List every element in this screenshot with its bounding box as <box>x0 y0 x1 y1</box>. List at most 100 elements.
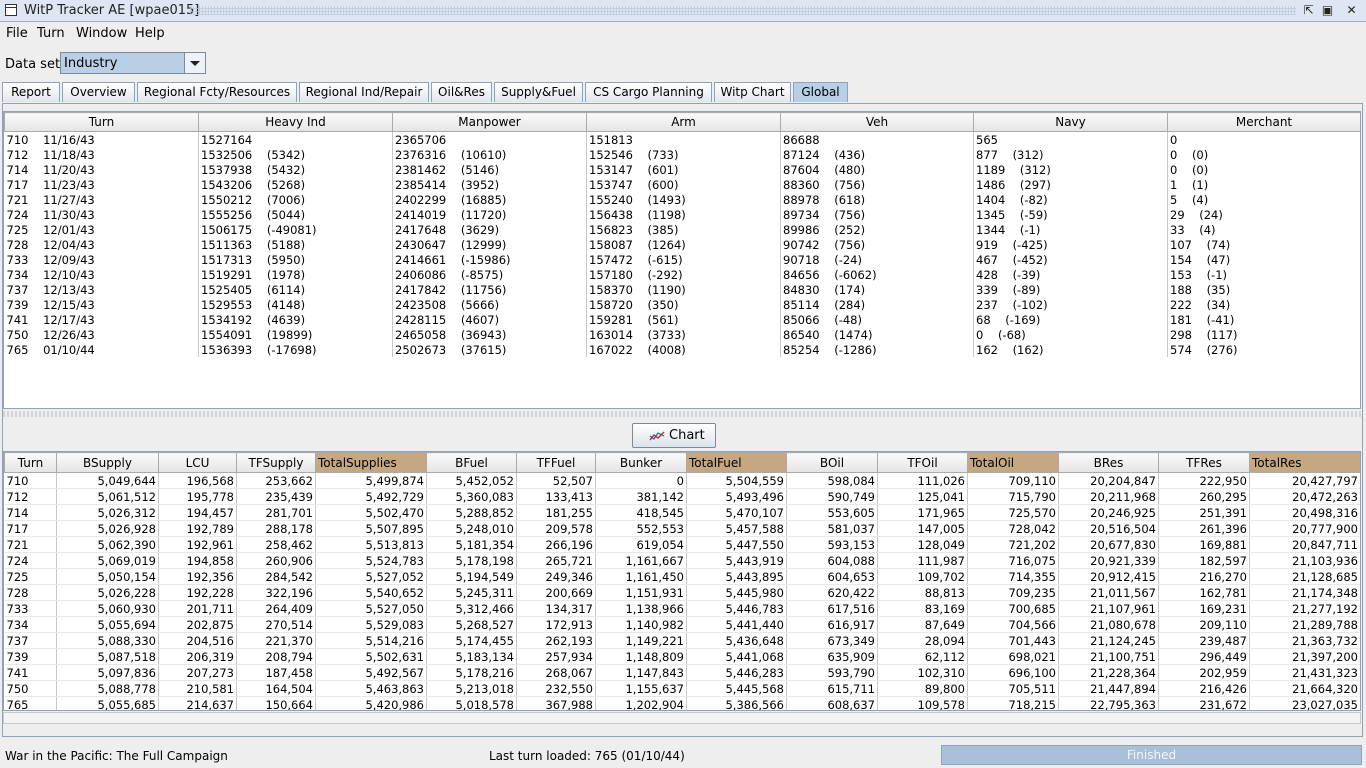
restore-icon[interactable]: ⇱ <box>1302 4 1315 17</box>
column-header[interactable]: TFRes <box>1158 452 1250 473</box>
table-cell: 167022 (4008) <box>586 342 781 357</box>
column-header[interactable]: TFOil <box>877 452 968 473</box>
table-row[interactable]: 725 5,050,154 192,356 284,542 5,527,052 5,194… <box>4 568 1360 585</box>
table-row[interactable]: 765 5,055,685 214,637 150,664 5,420,986 5,018… <box>4 696 1360 710</box>
table-cell: 89,800 <box>877 680 968 697</box>
column-header[interactable]: BRes <box>1058 452 1159 473</box>
column-header[interactable]: BOil <box>786 452 878 473</box>
table-row[interactable]: 724 11/30/43 1555256 (5044) 2414019 (11720… <box>4 207 1360 222</box>
menu-turn[interactable]: Turn <box>37 26 65 41</box>
tab-global[interactable]: Global <box>793 82 848 102</box>
table-row[interactable]: 712 11/18/43 1532506 (5342) 2376316 (10610… <box>4 147 1360 162</box>
table-cell: 0 <box>595 472 687 489</box>
table-cell: 2365706 <box>392 131 587 147</box>
table-cell: 715,790 <box>967 488 1059 505</box>
horizontal-scrollbar[interactable] <box>3 712 1361 724</box>
table-cell: 5,069,019 <box>56 552 159 569</box>
table-cell: 5,436,648 <box>686 632 787 649</box>
table-row[interactable]: 741 12/17/43 1534192 (4639) 2428115 (4607)… <box>4 312 1360 327</box>
column-header[interactable]: Turn <box>4 112 199 132</box>
table-cell: 2502673 (37615) <box>392 342 587 357</box>
column-header[interactable]: Bunker <box>595 452 687 473</box>
table-cell: 86540 (1474) <box>780 327 974 342</box>
column-header[interactable]: TotalOil <box>967 452 1059 473</box>
table-row[interactable]: 710 11/16/43 1527164 2365706 151813 86688 565… <box>4 131 1360 147</box>
table-row[interactable]: 737 5,088,330 204,516 221,370 5,514,216 5,174… <box>4 632 1360 649</box>
table-row[interactable]: 734 12/10/43 1519291 (1978) 2406086 (-8575… <box>4 267 1360 282</box>
table-row[interactable]: 733 12/09/43 1517313 (5950) 2414661 (-1598… <box>4 252 1360 267</box>
table-row[interactable]: 739 12/15/43 1529553 (4148) 2423508 (5666)… <box>4 297 1360 312</box>
tab-oil-res[interactable]: Oil&Res <box>431 82 492 102</box>
table-cell: 616,917 <box>786 616 878 633</box>
table-row[interactable]: 712 5,061,512 195,778 235,439 5,492,729 5,360… <box>4 488 1360 505</box>
industry-table-scroll[interactable]: Turn Heavy Ind Manpower Arm Veh Navy Merchant … <box>3 111 1361 409</box>
table-row[interactable]: 714 11/20/43 1537938 (5432) 2381462 (5146)… <box>4 162 1360 177</box>
table-row[interactable]: 765 01/10/44 1536393 (-17698) 2502673 (376… <box>4 342 1360 357</box>
table-row[interactable]: 721 5,062,390 192,961 258,462 5,513,813 5,181… <box>4 536 1360 553</box>
tab-overview[interactable]: Overview <box>62 82 135 102</box>
table-cell: 598,084 <box>786 472 878 489</box>
industry-table: Turn Heavy Ind Manpower Arm Veh Navy Merchant … <box>4 112 1360 357</box>
dataset-select[interactable]: Industry <box>60 52 206 74</box>
tab-regional-ind-repair[interactable]: Regional Ind/Repair <box>299 82 429 102</box>
tab-supply-fuel[interactable]: Supply&Fuel <box>494 82 583 102</box>
table-cell: 270,514 <box>236 616 316 633</box>
chart-button[interactable]: Chart <box>632 423 716 448</box>
table-row[interactable]: 734 5,055,694 202,875 270,514 5,529,083 5,268… <box>4 616 1360 633</box>
table-cell: 733 <box>4 600 57 617</box>
tab-witp-chart[interactable]: Witp Chart <box>714 82 791 102</box>
column-header[interactable]: Arm <box>586 112 781 132</box>
table-row[interactable]: 725 12/01/43 1506175 (-49081) 2417648 (362… <box>4 222 1360 237</box>
chevron-down-icon[interactable] <box>184 53 205 73</box>
table-cell: 5,194,549 <box>426 568 517 585</box>
table-cell: 5,183,134 <box>426 648 517 665</box>
column-header[interactable]: TotalRes <box>1249 452 1360 473</box>
table-row[interactable]: 717 5,026,928 192,789 288,178 5,507,895 5,248… <box>4 520 1360 537</box>
table-row[interactable]: 728 12/04/43 1511363 (5188) 2430647 (12999… <box>4 237 1360 252</box>
column-header[interactable]: Navy <box>973 112 1168 132</box>
column-header[interactable]: BSupply <box>56 452 159 473</box>
tab-cs-cargo-planning[interactable]: CS Cargo Planning <box>585 82 712 102</box>
column-header[interactable]: Merchant <box>1167 112 1360 132</box>
table-row[interactable]: 721 11/27/43 1550212 (7006) 2402299 (16885… <box>4 192 1360 207</box>
tab-regional-fcty-resources[interactable]: Regional Fcty/Resources <box>137 82 297 102</box>
column-header[interactable]: TotalSupplies <box>315 452 427 473</box>
table-row[interactable]: 750 12/26/43 1554091 (19899) 2465058 (3694… <box>4 327 1360 342</box>
menu-bar: File Turn Window Help <box>0 23 1366 45</box>
tab-report[interactable]: Report <box>2 82 60 102</box>
column-header[interactable]: Manpower <box>392 112 587 132</box>
table-cell: 171,965 <box>877 504 968 521</box>
supply-table: Turn BSupply LCU TFSupply TotalSupplies BFuel… <box>4 452 1360 710</box>
table-cell: 593,153 <box>786 536 878 553</box>
column-header[interactable]: TFSupply <box>236 452 316 473</box>
table-cell: 581,037 <box>786 520 878 537</box>
table-row[interactable]: 739 5,087,518 206,319 208,794 5,502,631 5,183… <box>4 648 1360 665</box>
menu-file[interactable]: File <box>6 26 28 41</box>
menu-window[interactable]: Window <box>76 26 127 41</box>
table-row[interactable]: 724 5,069,019 194,858 260,906 5,524,783 5,178… <box>4 552 1360 569</box>
table-row[interactable]: 750 5,088,778 210,581 164,504 5,463,863 5,213… <box>4 680 1360 697</box>
maximize-icon[interactable]: ▣ <box>1321 4 1334 17</box>
table-cell: 125,041 <box>877 488 968 505</box>
table-row[interactable]: 710 5,049,644 196,568 253,662 5,499,874 5,452… <box>4 472 1360 489</box>
table-cell: 1537938 (5432) <box>198 162 393 177</box>
table-row[interactable]: 733 5,060,930 201,711 264,409 5,527,050 5,312… <box>4 600 1360 617</box>
table-row[interactable]: 717 11/23/43 1543206 (5268) 2385414 (3952)… <box>4 177 1360 192</box>
menu-help[interactable]: Help <box>135 26 165 41</box>
column-header[interactable]: Veh <box>780 112 974 132</box>
table-row[interactable]: 728 5,026,228 192,228 322,196 5,540,652 5,245… <box>4 584 1360 601</box>
column-header[interactable]: TFFuel <box>516 452 596 473</box>
supply-table-scroll[interactable]: Turn BSupply LCU TFSupply TotalSupplies BFuel… <box>3 451 1361 711</box>
column-header[interactable]: Heavy Ind <box>198 112 393 132</box>
table-row[interactable]: 714 5,026,312 194,457 281,701 5,502,470 5,288… <box>4 504 1360 521</box>
table-row[interactable]: 741 5,097,836 207,273 187,458 5,492,567 5,178… <box>4 664 1360 681</box>
column-header[interactable]: TotalFuel <box>686 452 787 473</box>
table-row[interactable]: 737 12/13/43 1525405 (6114) 2417842 (11756… <box>4 282 1360 297</box>
close-icon[interactable]: ✕ <box>1345 4 1358 17</box>
column-header[interactable]: Turn <box>4 452 57 473</box>
table-cell: 1517313 (5950) <box>198 252 393 267</box>
table-cell: 194,858 <box>158 552 237 569</box>
column-header[interactable]: BFuel <box>426 452 517 473</box>
split-pane-divider[interactable] <box>3 411 1361 417</box>
column-header[interactable]: LCU <box>158 452 237 473</box>
